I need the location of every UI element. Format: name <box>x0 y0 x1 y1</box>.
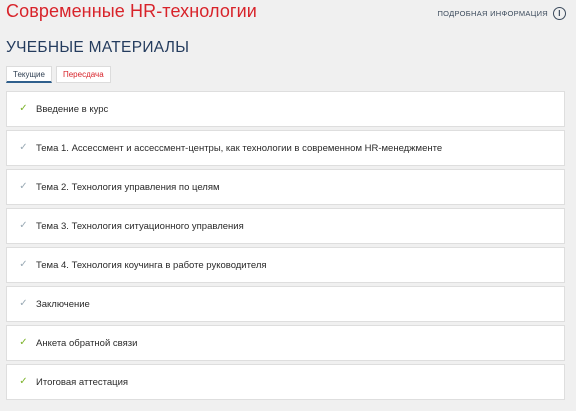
check-icon: ✓ <box>19 376 28 387</box>
list-item[interactable]: ✓ Итоговая аттестация <box>6 364 565 400</box>
item-label: Анкета обратной связи <box>36 337 138 349</box>
item-label: Введение в курс <box>36 103 109 115</box>
item-label: Тема 1. Ассессмент и ассессмент-центры, … <box>36 142 443 154</box>
materials-tabs: Текущие Пересдача <box>6 66 111 83</box>
list-item[interactable]: ✓ Заключение <box>6 286 565 322</box>
info-icon: i <box>553 7 566 20</box>
section-title: УЧЕБНЫЕ МАТЕРИАЛЫ <box>6 39 190 56</box>
item-label: Тема 4. Технология коучинга в работе рук… <box>36 259 267 271</box>
item-label: Заключение <box>36 298 90 310</box>
item-label: Тема 3. Технология ситуационного управле… <box>36 220 244 232</box>
check-icon: ✓ <box>19 259 28 270</box>
list-item[interactable]: ✓ Тема 2. Технология управления по целям <box>6 169 565 205</box>
more-info-label: ПОДРОБНАЯ ИНФОРМАЦИЯ <box>437 9 548 18</box>
list-item[interactable]: ✓ Введение в курс <box>6 91 565 127</box>
check-icon: ✓ <box>19 220 28 231</box>
item-label: Итоговая аттестация <box>36 376 129 388</box>
list-item[interactable]: ✓ Тема 3. Технология ситуационного управ… <box>6 208 565 244</box>
check-icon: ✓ <box>19 337 28 348</box>
check-icon: ✓ <box>19 103 28 114</box>
materials-list: ✓ Введение в курс ✓ Тема 1. Ассессмент и… <box>6 91 565 400</box>
list-item[interactable]: ✓ Анкета обратной связи <box>6 325 565 361</box>
item-label: Тема 2. Технология управления по целям <box>36 181 220 193</box>
tab-current[interactable]: Текущие <box>6 66 52 83</box>
list-item[interactable]: ✓ Тема 4. Технология коучинга в работе р… <box>6 247 565 283</box>
check-icon: ✓ <box>19 181 28 192</box>
check-icon: ✓ <box>19 298 28 309</box>
check-icon: ✓ <box>19 142 28 153</box>
more-info-link[interactable]: ПОДРОБНАЯ ИНФОРМАЦИЯ i <box>437 7 566 20</box>
course-title: Современные HR-технологии <box>6 1 257 21</box>
list-item[interactable]: ✓ Тема 1. Ассессмент и ассессмент-центры… <box>6 130 565 166</box>
tab-retake[interactable]: Пересдача <box>55 66 111 83</box>
